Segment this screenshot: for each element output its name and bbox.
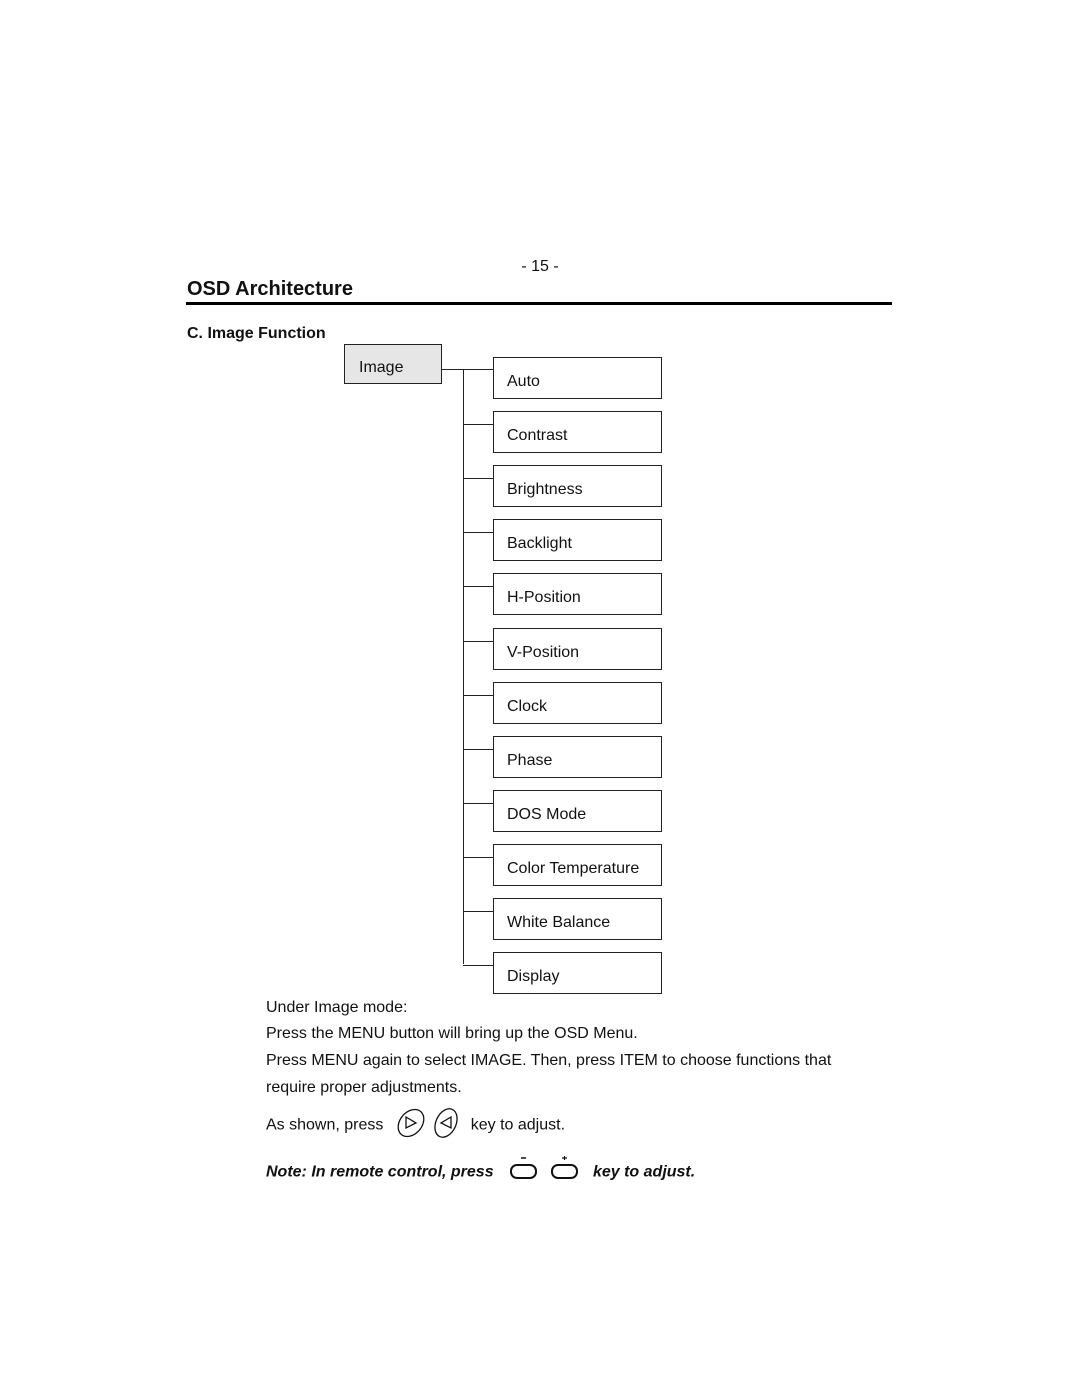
instruction-line-4: require proper adjustments. (266, 1079, 462, 1096)
diagram-item-v-position: V-Position (493, 628, 662, 670)
left-arrow-key-icon (432, 1106, 460, 1145)
diagram-root-image: Image (344, 344, 442, 384)
remote-note: Note: In remote control, press key to ad… (266, 1155, 695, 1190)
diagram-item-backlight: Backlight (493, 519, 662, 561)
branch-connector (463, 478, 493, 479)
remote-minus-key-icon (508, 1155, 538, 1190)
diagram-item-display: Display (493, 952, 662, 994)
diagram-item-white-balance: White Balance (493, 898, 662, 940)
instruction-prefix: As shown, press (266, 1116, 384, 1134)
branch-connector (463, 857, 493, 858)
instruction-line-1: Under Image mode: (266, 999, 408, 1016)
branch-connector (463, 965, 493, 966)
diagram-item-clock: Clock (493, 682, 662, 724)
note-prefix: Note: In remote control, press (266, 1163, 494, 1181)
branch-connector (463, 424, 493, 425)
remote-plus-key-icon (549, 1155, 579, 1190)
branch-connector (463, 586, 493, 587)
trunk-line (463, 369, 464, 964)
instruction-suffix: key to adjust. (470, 1116, 566, 1134)
root-connector (442, 369, 464, 370)
branch-connector (463, 369, 493, 370)
right-arrow-key-icon (394, 1106, 428, 1145)
note-suffix: key to adjust. (592, 1163, 696, 1181)
diagram-item-contrast: Contrast (493, 411, 662, 453)
branch-connector (463, 803, 493, 804)
diagram-item-dos-mode: DOS Mode (493, 790, 662, 832)
diagram-item-brightness: Brightness (493, 465, 662, 507)
instruction-line-2: Press the MENU button will bring up the … (266, 1025, 638, 1042)
diagram-item-color-temperature: Color Temperature (493, 844, 662, 886)
instruction-line-5: As shown, press key to adjust. (266, 1106, 565, 1145)
branch-connector (463, 641, 493, 642)
title-rule (186, 302, 892, 305)
section-heading: C. Image Function (187, 325, 326, 342)
diagram-item-h-position: H-Position (493, 573, 662, 615)
branch-connector (463, 749, 493, 750)
page-number: - 15 - (521, 258, 559, 275)
branch-connector (463, 532, 493, 533)
diagram-item-phase: Phase (493, 736, 662, 778)
instruction-line-3: Press MENU again to select IMAGE. Then, … (266, 1052, 832, 1069)
branch-connector (463, 911, 493, 912)
branch-connector (463, 695, 493, 696)
page-title: OSD Architecture (187, 278, 353, 300)
diagram-item-auto: Auto (493, 357, 662, 399)
